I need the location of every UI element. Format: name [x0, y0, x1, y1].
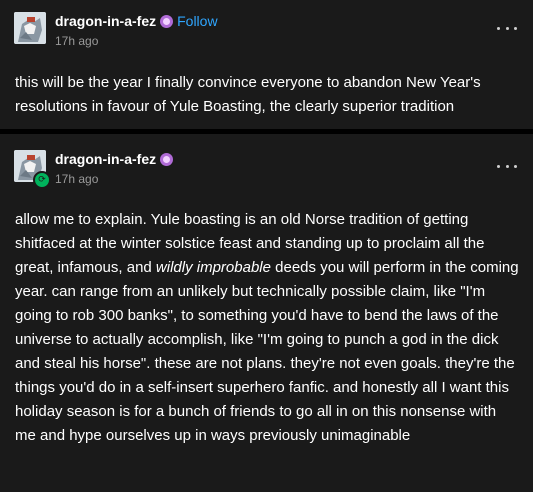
reblog-icon: ⟳ — [33, 171, 51, 189]
post-body: allow me to explain. Yule boasting is an… — [15, 208, 520, 448]
post-author: dragon-in-a-fez — [55, 151, 174, 167]
post-text-emphasis: wildly improbable — [155, 259, 271, 276]
post-reblog: ⟳ dragon-in-a-fez 17h ago allow me to ex… — [0, 134, 533, 492]
follow-button[interactable]: Follow — [177, 13, 217, 29]
post-timestamp[interactable]: 17h ago — [55, 172, 98, 186]
username-link[interactable]: dragon-in-a-fez — [55, 13, 156, 29]
post-timestamp[interactable]: 17h ago — [55, 34, 98, 48]
post-author: dragon-in-a-fez Follow — [55, 13, 218, 29]
post-body: this will be the year I finally convince… — [15, 74, 481, 115]
verified-badge-icon — [160, 15, 174, 28]
more-options-icon[interactable] — [497, 23, 517, 33]
verified-badge-icon — [160, 153, 174, 166]
post-original: dragon-in-a-fez Follow 17h ago this will … — [0, 0, 533, 129]
more-options-icon[interactable] — [497, 161, 517, 171]
post-text-part: deeds you will perform in the coming yea… — [15, 259, 519, 444]
username-link[interactable]: dragon-in-a-fez — [55, 151, 156, 167]
avatar[interactable] — [14, 12, 46, 44]
